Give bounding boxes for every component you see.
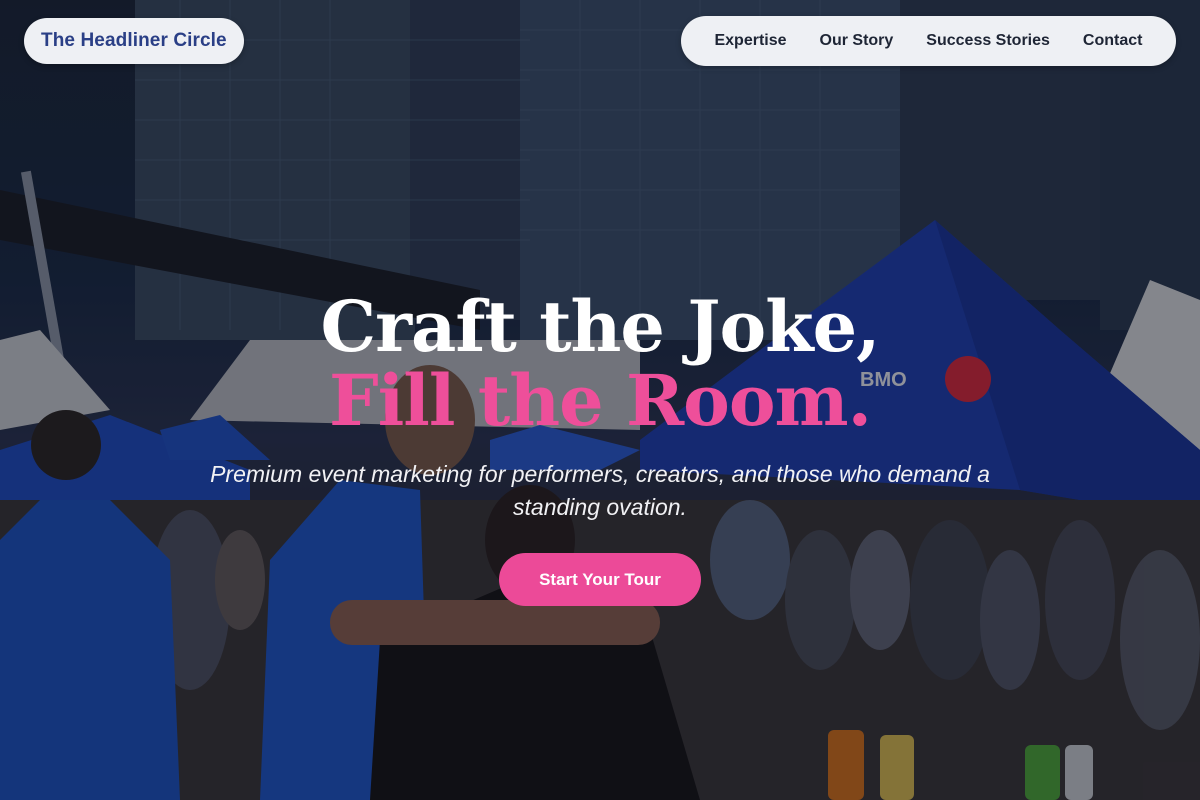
hero-subheadline: Premium event marketing for performers, … <box>210 461 990 520</box>
nav-item-contact[interactable]: Contact <box>1083 32 1143 50</box>
nav-item-success-stories[interactable]: Success Stories <box>926 32 1050 50</box>
hero-headline: Craft the Joke, Fill the Room. <box>0 290 1200 438</box>
brand-name: The Headliner Circle <box>41 30 227 51</box>
headline-line-1: Craft the Joke, <box>320 285 880 368</box>
nav-item-our-story[interactable]: Our Story <box>820 32 894 50</box>
nav-item-expertise[interactable]: Expertise <box>714 32 786 50</box>
brand-logo-pill[interactable]: The Headliner Circle <box>24 18 244 64</box>
headline-line-2: Fill the Room. <box>329 359 872 442</box>
start-tour-button[interactable]: Start Your Tour <box>499 553 701 606</box>
main-nav: Expertise Our Story Success Stories Cont… <box>681 16 1176 66</box>
hero-section: Craft the Joke, Fill the Room. Premium e… <box>0 290 1200 606</box>
